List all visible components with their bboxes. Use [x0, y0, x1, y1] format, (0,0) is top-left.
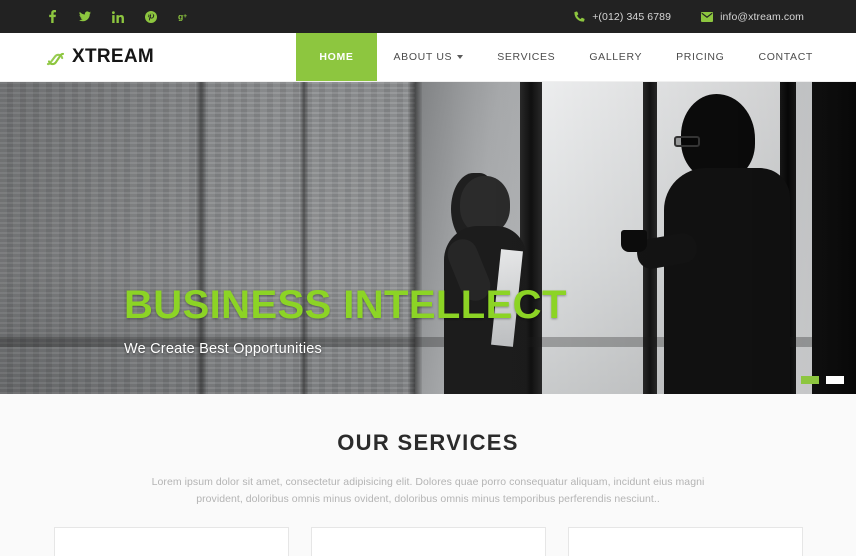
- contact-info: +(012) 345 6789 info@xtream.com: [573, 11, 804, 23]
- hero-slider: BUSINESS INTELLECT We Create Best Opport…: [0, 82, 856, 394]
- envelope-icon: [701, 11, 714, 23]
- slider-pagination: [801, 376, 844, 384]
- service-card[interactable]: [567, 527, 803, 556]
- xtream-logo-icon: [46, 48, 65, 67]
- svg-text:+: +: [183, 13, 187, 20]
- phone-contact[interactable]: +(012) 345 6789: [573, 11, 671, 23]
- email-address: info@xtream.com: [720, 10, 804, 23]
- services-section: OUR SERVICES Lorem ipsum dolor sit amet,…: [0, 394, 856, 556]
- brand-name: XTREAM: [72, 46, 155, 67]
- hero-title: BUSINESS INTELLECT: [124, 283, 567, 327]
- pinterest-icon[interactable]: [145, 10, 157, 23]
- email-contact[interactable]: info@xtream.com: [701, 11, 804, 23]
- brand-logo[interactable]: XTREAM: [0, 33, 154, 81]
- service-card-list: [0, 527, 856, 556]
- top-bar: g + +(012) 345 6789 info@xtream.com: [0, 0, 856, 33]
- nav-item-home[interactable]: HOME: [296, 33, 377, 81]
- nav-label-home: HOME: [319, 51, 354, 63]
- nav-item-contact[interactable]: CONTACT: [741, 33, 830, 81]
- google-plus-icon[interactable]: g +: [178, 10, 190, 23]
- main-navigation: HOME ABOUT US SERVICES GALLERY PRICING C…: [296, 33, 856, 81]
- slider-dot-2[interactable]: [826, 376, 844, 384]
- nav-item-services[interactable]: SERVICES: [480, 33, 572, 81]
- nav-label-services: SERVICES: [497, 51, 556, 63]
- social-links: g +: [46, 10, 190, 23]
- site-header: XTREAM HOME ABOUT US SERVICES GALLERY PR…: [0, 33, 856, 82]
- service-card[interactable]: [310, 527, 546, 556]
- nav-item-about-us[interactable]: ABOUT US: [377, 33, 481, 81]
- nav-end-spacer: [830, 33, 856, 81]
- chevron-down-icon: [457, 55, 464, 59]
- hero-caption: BUSINESS INTELLECT We Create Best Opport…: [124, 285, 567, 357]
- phone-number: +(012) 345 6789: [592, 10, 672, 23]
- linkedin-icon[interactable]: [112, 10, 124, 23]
- slider-dot-1[interactable]: [801, 376, 819, 384]
- services-description: Lorem ipsum dolor sit amet, consectetur …: [151, 476, 705, 505]
- twitter-icon[interactable]: [79, 10, 91, 23]
- nav-item-gallery[interactable]: GALLERY: [572, 33, 659, 81]
- nav-label-contact: CONTACT: [758, 51, 813, 63]
- services-heading: OUR SERVICES: [337, 430, 519, 455]
- nav-label-pricing: PRICING: [676, 51, 725, 63]
- service-card[interactable]: [53, 527, 289, 556]
- phone-icon: [573, 11, 585, 23]
- nav-label-about-us: ABOUT US: [393, 51, 453, 63]
- nav-label-gallery: GALLERY: [589, 51, 643, 63]
- facebook-icon[interactable]: [46, 10, 58, 23]
- hero-subtitle: We Create Best Opportunities: [124, 341, 322, 357]
- nav-item-pricing[interactable]: PRICING: [659, 33, 741, 81]
